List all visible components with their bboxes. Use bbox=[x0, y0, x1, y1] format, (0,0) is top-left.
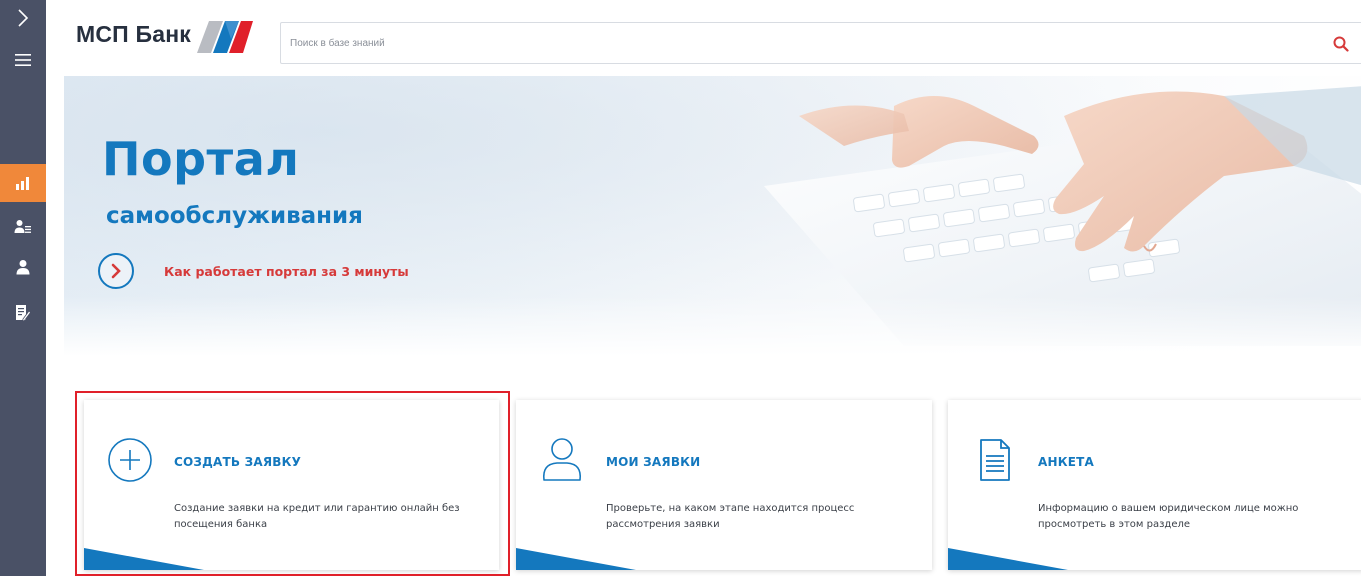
search-button[interactable] bbox=[1329, 33, 1353, 55]
sidebar-item-dashboard[interactable] bbox=[0, 164, 46, 202]
card-icon-wrapper bbox=[538, 436, 586, 484]
card-icon-wrapper bbox=[970, 436, 1018, 484]
plus-circle-icon bbox=[108, 438, 152, 482]
sidebar-item-clients[interactable] bbox=[0, 212, 46, 242]
play-button[interactable] bbox=[98, 253, 134, 289]
card-title: СОЗДАТЬ ЗАЯВКУ bbox=[174, 455, 302, 469]
card-corner-decoration bbox=[84, 548, 204, 570]
card-icon-wrapper bbox=[106, 436, 154, 484]
card-my-applications[interactable]: МОИ ЗАЯВКИ Проверьте, на каком этапе нах… bbox=[516, 400, 932, 570]
bar-chart-icon bbox=[16, 177, 29, 190]
card-corner-decoration bbox=[948, 548, 1068, 570]
user-outline-icon bbox=[542, 438, 582, 481]
card-title: АНКЕТА bbox=[1038, 455, 1095, 469]
hero-subtitle: самообслуживания bbox=[106, 203, 363, 229]
sidebar-item-profile[interactable] bbox=[0, 252, 46, 282]
edit-document-icon bbox=[16, 305, 31, 322]
card-create-application[interactable]: СОЗДАТЬ ЗАЯВКУ Создание заявки на кредит… bbox=[84, 400, 499, 570]
card-questionnaire[interactable]: АНКЕТА Информацию о вашем юридическом ли… bbox=[948, 400, 1361, 570]
hamburger-menu-icon bbox=[15, 54, 31, 66]
video-link-text[interactable]: Как работает портал за 3 минуты bbox=[164, 264, 409, 279]
user-list-icon bbox=[14, 220, 31, 233]
card-description: Информацию о вашем юридическом лице можн… bbox=[1038, 503, 1299, 530]
bank-logo[interactable]: МСП Банк bbox=[76, 14, 257, 64]
card-title: МОИ ЗАЯВКИ bbox=[606, 455, 701, 469]
card-corner-decoration bbox=[516, 548, 636, 570]
sidebar-item-documents[interactable] bbox=[0, 298, 46, 328]
search-bar bbox=[280, 22, 1361, 64]
logo-flag-icon bbox=[197, 21, 254, 53]
search-input[interactable] bbox=[290, 33, 1190, 53]
sidebar bbox=[0, 0, 46, 576]
video-link[interactable]: Как работает портал за 3 минуты bbox=[98, 253, 409, 289]
user-icon bbox=[16, 260, 30, 275]
search-icon bbox=[1333, 36, 1349, 52]
app-root: МСП Банк Поиск в базе знаний Портал само… bbox=[0, 0, 1361, 576]
sidebar-menu-button[interactable] bbox=[0, 46, 46, 74]
card-description: Проверьте, на каком этапе находится проц… bbox=[606, 503, 855, 530]
logo-text: МСП Банк bbox=[76, 20, 192, 47]
play-chevron-icon bbox=[111, 263, 121, 279]
hero-fade bbox=[64, 296, 1361, 356]
sidebar-expand-button[interactable] bbox=[0, 6, 46, 30]
hero-banner: Портал самообслуживания Как работает пор… bbox=[64, 76, 1361, 356]
chevron-right-icon bbox=[18, 9, 29, 27]
hero-title: Портал bbox=[102, 132, 300, 186]
card-description: Создание заявки на кредит или гарантию о… bbox=[174, 503, 460, 530]
document-icon bbox=[980, 439, 1010, 481]
